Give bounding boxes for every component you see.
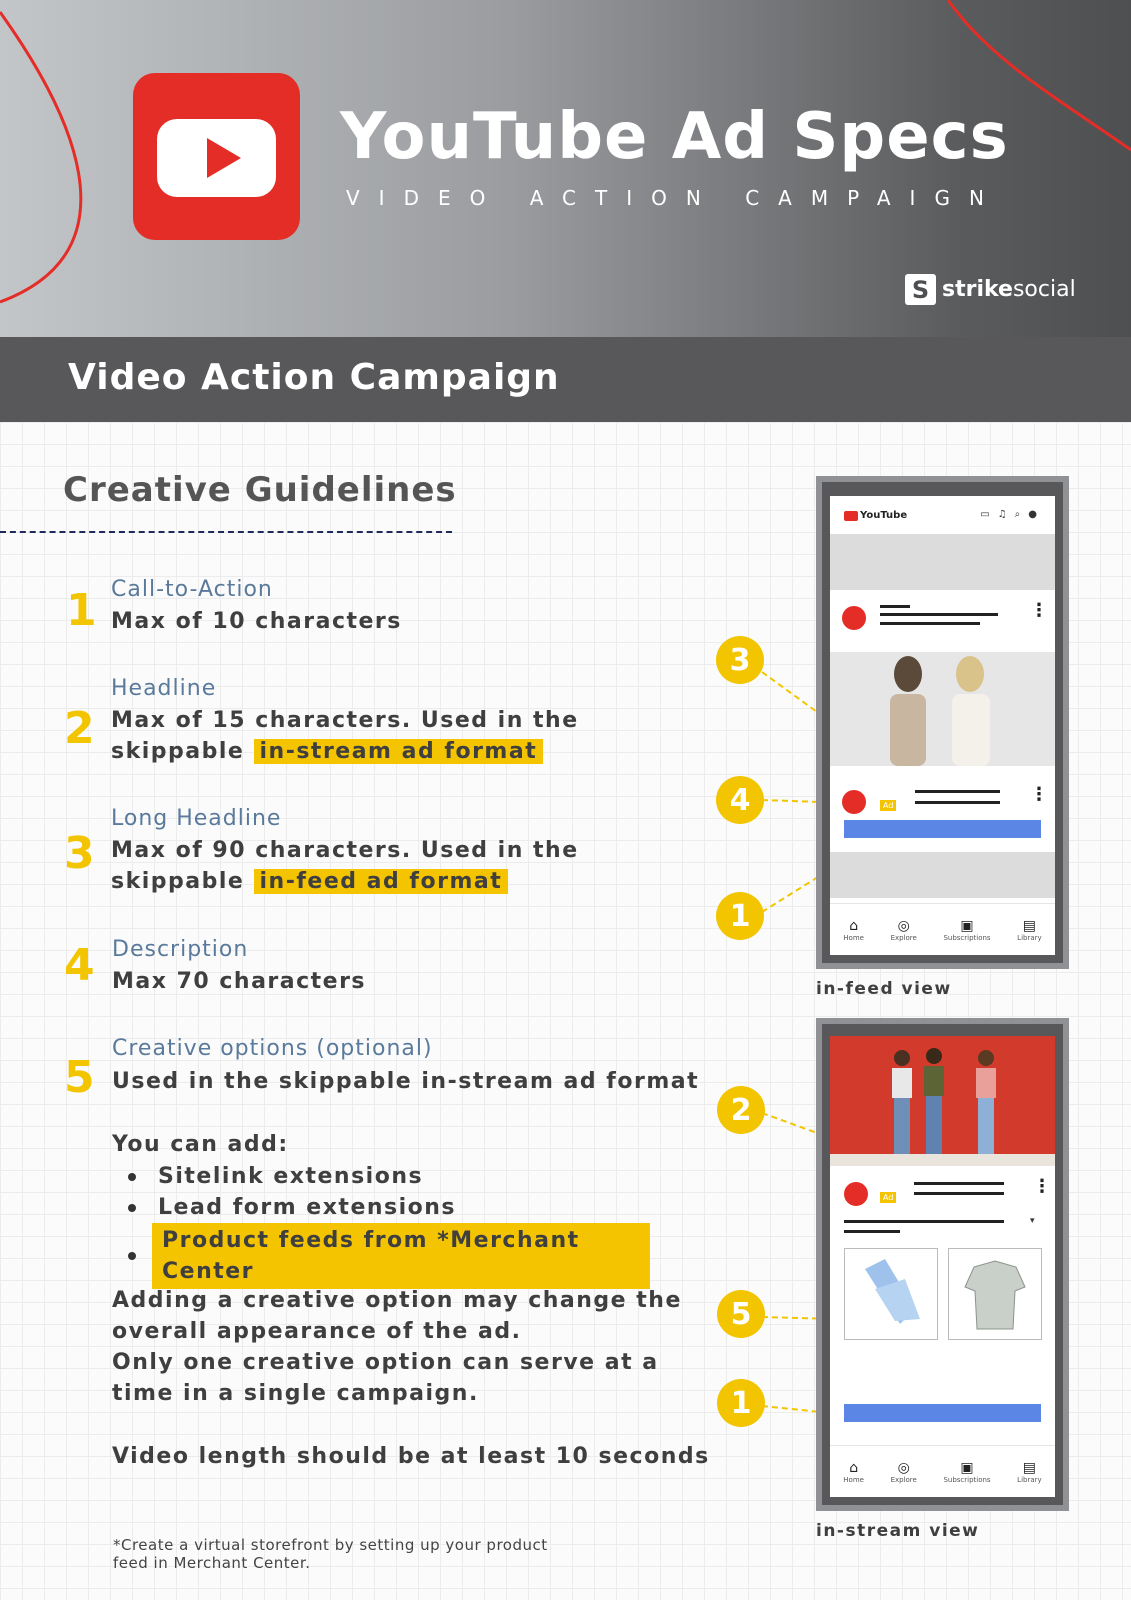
cta-button-placeholder [844,1404,1041,1422]
ad-badge: Ad [880,800,897,811]
callout-badge: 3 [716,636,764,684]
channel-avatar [842,606,866,630]
ad-video-image [830,1036,1055,1166]
instream-caption: in-stream view [816,1521,980,1541]
video-placeholder [830,852,1055,898]
ad-video-image [830,652,1055,766]
youtube-wordmark: YouTube [844,510,907,521]
nav-explore: ◎ Explore [890,917,917,942]
more-icon: ⋮ [1033,1176,1051,1197]
bottom-nav: ⌂ Home ◎ Explore ▣ Subscriptions ▤ Library [830,903,1055,955]
bottom-nav: ⌂ Home ◎ Explore ▣ Subscriptions ▤ Library [830,1445,1055,1497]
more-icon: ⋮ [1030,784,1048,805]
instream-phone-mockup: Ad ⋮ ▾ ⌂ Home ◎ Explore ▣ Subscriptions ▤ Li… [816,1018,1069,1511]
more-icon: ⋮ [1030,600,1048,621]
nav-library: ▤ Library [1017,1459,1042,1484]
infeed-phone-mockup: YouTube ▭♫⌕● ⋮ Ad ⋮ ⌂Home ◎Explore ▣S [816,476,1069,969]
callout-badge: 5 [717,1290,765,1338]
callout-badge: 1 [717,1379,765,1427]
nav-home: ⌂ Home [843,1459,864,1484]
video-placeholder [830,534,1055,590]
library-icon: ▤ [1022,917,1037,934]
ad-badge: Ad [880,1192,897,1203]
infeed-caption: in-feed view [816,979,952,999]
home-icon: ⌂ [849,1459,859,1476]
top-bar-icons: ▭♫⌕● [980,509,1045,520]
nav-home: ⌂ Home [843,917,864,942]
callout-badge: 2 [717,1086,765,1134]
youtube-mini-icon [844,510,858,521]
phone-screen: Ad ⋮ ▾ ⌂ Home ◎ Explore ▣ Subscriptions ▤ Li… [830,1036,1055,1497]
channel-avatar [842,790,866,814]
channel-avatar [844,1182,868,1206]
phone-screen: YouTube ▭♫⌕● ⋮ Ad ⋮ ⌂Home ◎Explore ▣S [830,496,1055,955]
cta-button-placeholder [844,820,1041,838]
subscriptions-icon: ▣ [960,1459,974,1476]
nav-explore: ◎ Explore [890,1459,917,1484]
chevron-down-icon: ▾ [1030,1216,1035,1226]
callout-badge: 4 [716,776,764,824]
nav-library: ▤ Library [1017,917,1042,942]
nav-subscriptions: ▣ Subscriptions [943,917,991,942]
product-card [948,1248,1042,1340]
compass-icon: ◎ [897,917,910,934]
nav-subscriptions: ▣ Subscriptions [943,1459,991,1484]
callout-badge: 1 [716,892,764,940]
library-icon: ▤ [1022,1459,1037,1476]
compass-icon: ◎ [897,1459,910,1476]
home-icon: ⌂ [849,917,859,934]
product-card [844,1248,938,1340]
subscriptions-icon: ▣ [960,917,974,934]
